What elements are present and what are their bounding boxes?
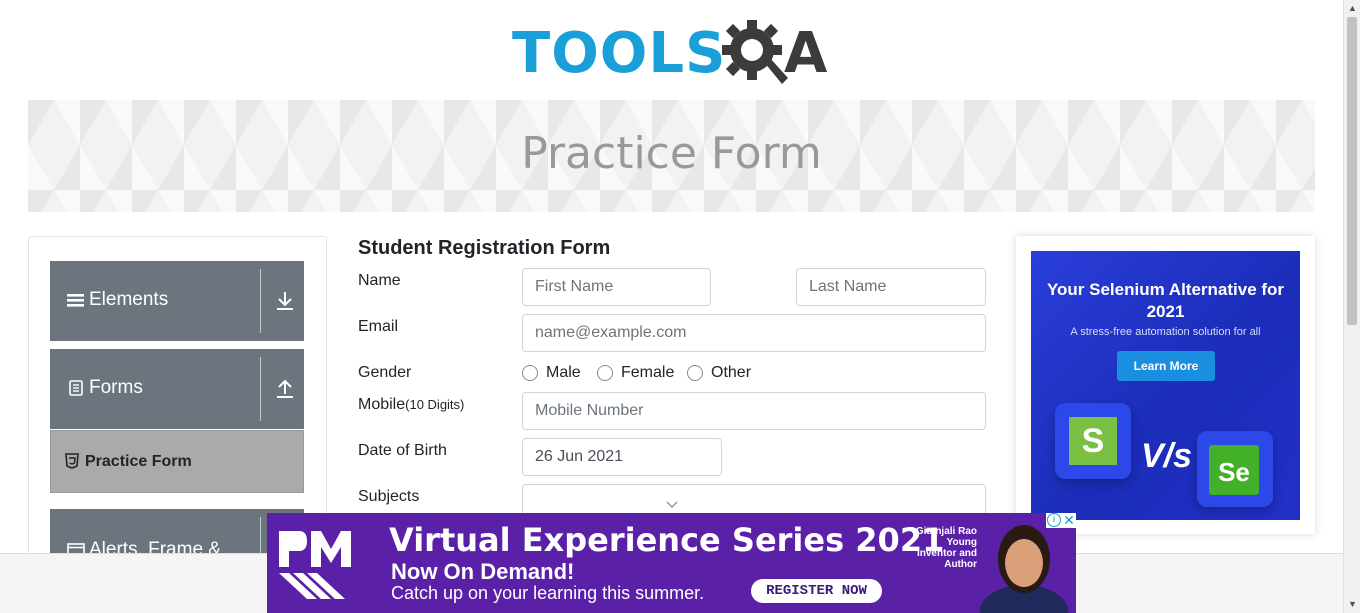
person-photo [980, 525, 1068, 613]
versus-text: V/s [1141, 437, 1193, 475]
gender-radio-other[interactable]: Other [687, 363, 751, 383]
name-label: Name [358, 272, 401, 289]
sidebar-item-label: Practice Form [85, 453, 192, 470]
email-input[interactable]: name@example.com [522, 314, 986, 352]
radio-label: Other [711, 364, 752, 381]
ad-banner-bottom[interactable]: Virtual Experience Series 2021 Now On De… [267, 513, 1076, 613]
upload-icon[interactable] [274, 377, 296, 401]
tile-left: S [1055, 403, 1131, 479]
html5-icon [65, 453, 79, 469]
sidebar-group-label: Forms [89, 377, 143, 398]
sidebar-item-practice-form[interactable]: Practice Form [50, 430, 304, 493]
date-of-birth-input[interactable]: 26 Jun 2021 [522, 438, 722, 476]
mobile-hint: (10 Digits) [405, 397, 465, 412]
first-name-input[interactable]: First Name [522, 268, 711, 306]
learn-more-button[interactable]: Learn More [1117, 351, 1215, 381]
radio-label: Male [546, 364, 581, 381]
hamburger-icon [67, 294, 84, 307]
page-title: Practice Form [521, 128, 822, 179]
logo-text-a: A [784, 21, 828, 86]
download-icon[interactable] [274, 289, 296, 313]
ad-line-3: Catch up on your learning this summer. [391, 583, 705, 603]
chevron-down-icon [666, 501, 678, 509]
ad-person-caption: Gitanjali Rao Young Inventor and Author [909, 526, 977, 570]
pmi-logo-icon [279, 531, 351, 599]
mobile-input[interactable]: Mobile Number [522, 392, 986, 430]
ad-headline: Your Selenium Alternative for 2021 [1046, 280, 1285, 321]
mobile-label: Mobile(10 Digits) [358, 396, 464, 414]
radio-label: Female [621, 364, 675, 381]
gender-radio-male[interactable]: Male [522, 363, 581, 383]
subjects-label: Subjects [358, 488, 420, 505]
form-title: Student Registration Form [358, 237, 611, 259]
ad-line-2: Now On Demand! [391, 559, 575, 584]
ad-line-1: Virtual Experience Series 2021 [389, 521, 945, 559]
logo-text-tools: TOOLS [512, 21, 727, 86]
ad-person-title: Young Inventor and Author [916, 537, 977, 570]
tile-right: Se [1197, 431, 1273, 507]
sidebar-group-forms[interactable]: Forms [50, 349, 304, 429]
divider [260, 269, 261, 333]
register-now-button[interactable]: REGISTER NOW [751, 579, 882, 603]
radio-circle[interactable] [687, 365, 703, 381]
selenium-logo: Se [1209, 445, 1259, 495]
tile-left-logo: S [1069, 417, 1117, 465]
vertical-scrollbar[interactable]: ▲ ▼ [1343, 0, 1360, 613]
scroll-up-arrow-icon[interactable]: ▲ [1344, 0, 1360, 17]
last-name-input[interactable]: Last Name [796, 268, 986, 306]
sidebar-group-elements[interactable]: Elements [50, 261, 304, 341]
document-icon [69, 380, 83, 396]
ad-selenium-alternative[interactable]: Your Selenium Alternative for 2021 A str… [1031, 251, 1300, 520]
ad-info-icon[interactable]: i [1047, 513, 1061, 527]
gear-magnifier-icon [722, 20, 788, 84]
scroll-down-arrow-icon[interactable]: ▼ [1344, 596, 1360, 613]
sidebar-group-label: Elements [89, 289, 169, 310]
toolsqa-logo[interactable]: TOOLS A [512, 14, 842, 92]
radio-circle[interactable] [522, 365, 538, 381]
radio-circle[interactable] [597, 365, 613, 381]
gender-label: Gender [358, 364, 412, 381]
gender-radio-female[interactable]: Female [597, 363, 674, 383]
ad-controls: i ✕ [1046, 513, 1076, 528]
close-icon[interactable]: ✕ [1062, 513, 1076, 528]
ad-person-name: Gitanjali Rao [915, 526, 977, 537]
dob-label: Date of Birth [358, 442, 447, 459]
mobile-label-text: Mobile [358, 396, 406, 413]
scrollbar-thumb[interactable] [1347, 17, 1357, 325]
ad-subline: A stress-free automation solution for al… [1070, 326, 1261, 338]
email-label: Email [358, 318, 399, 335]
page-banner: Practice Form [28, 100, 1315, 212]
divider [260, 357, 261, 421]
